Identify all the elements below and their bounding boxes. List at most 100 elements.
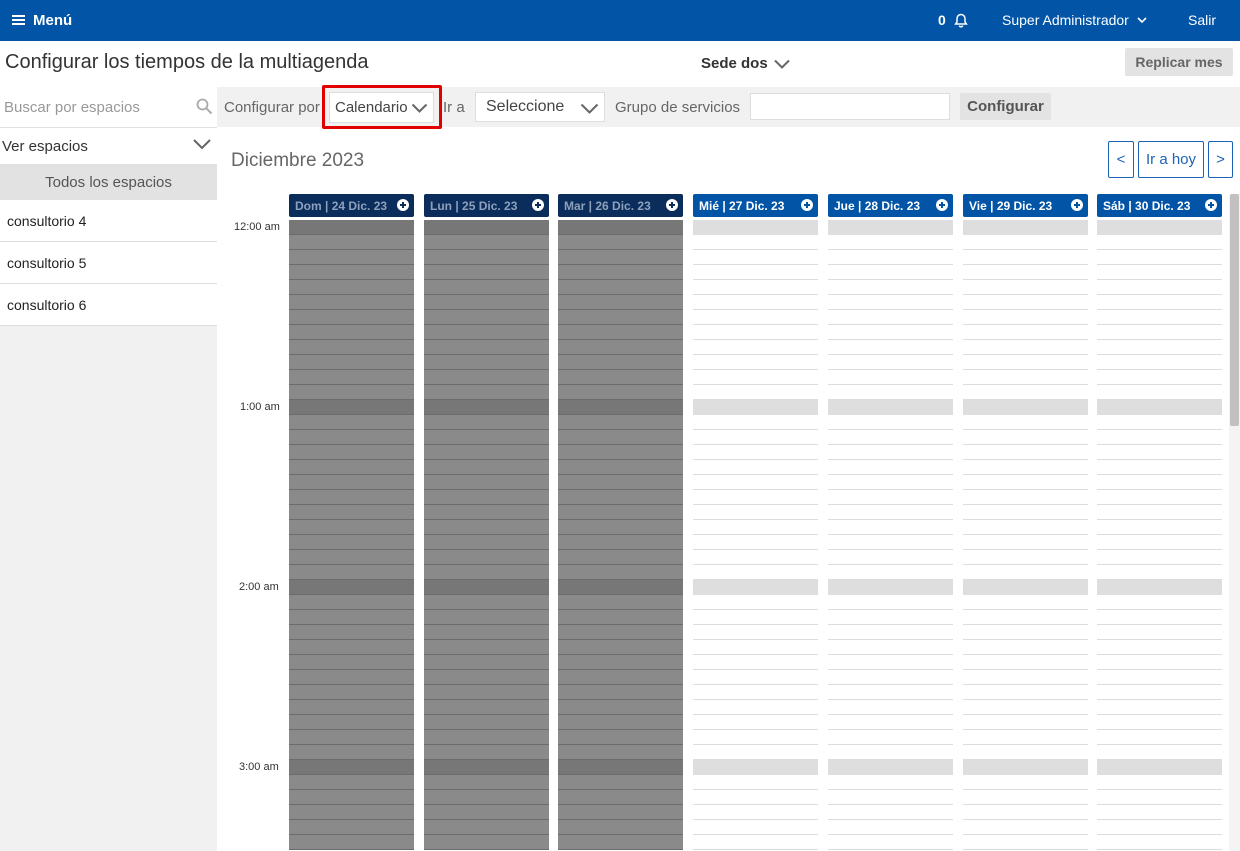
time-slot[interactable] (693, 325, 818, 340)
time-slot[interactable] (1097, 670, 1222, 685)
time-slot[interactable] (289, 700, 414, 715)
time-slot[interactable] (558, 370, 683, 385)
time-slot[interactable] (424, 445, 549, 460)
time-slot[interactable] (1097, 385, 1222, 400)
time-slot[interactable] (289, 790, 414, 805)
time-slot[interactable] (424, 520, 549, 535)
time-slot[interactable] (424, 535, 549, 550)
time-slot[interactable] (289, 775, 414, 790)
time-slot[interactable] (558, 775, 683, 790)
time-slot[interactable] (424, 490, 549, 505)
time-slot[interactable] (1097, 685, 1222, 700)
time-slot[interactable] (1097, 475, 1222, 490)
time-slot[interactable] (963, 295, 1088, 310)
time-slot[interactable] (963, 715, 1088, 730)
add-icon[interactable] (666, 199, 678, 211)
time-slot[interactable] (424, 745, 549, 760)
time-slot[interactable] (558, 385, 683, 400)
time-slot[interactable] (1097, 340, 1222, 355)
time-slot[interactable] (424, 760, 549, 775)
time-slot[interactable] (424, 235, 549, 250)
time-slot[interactable] (693, 715, 818, 730)
time-slot[interactable] (289, 325, 414, 340)
time-slot[interactable] (424, 400, 549, 415)
time-slot[interactable] (558, 325, 683, 340)
time-slot[interactable] (963, 475, 1088, 490)
time-slot[interactable] (424, 790, 549, 805)
time-slot[interactable] (828, 700, 953, 715)
time-slot[interactable] (828, 235, 953, 250)
time-slot[interactable] (289, 685, 414, 700)
time-slot[interactable] (1097, 595, 1222, 610)
time-slot[interactable] (1097, 625, 1222, 640)
time-slot[interactable] (693, 520, 818, 535)
time-slot[interactable] (693, 490, 818, 505)
time-slot[interactable] (828, 790, 953, 805)
time-slot[interactable] (693, 265, 818, 280)
time-slot[interactable] (558, 640, 683, 655)
time-slot[interactable] (828, 670, 953, 685)
time-slot[interactable] (1097, 700, 1222, 715)
time-slot[interactable] (289, 835, 414, 850)
time-slot[interactable] (558, 265, 683, 280)
previous-button[interactable]: < (1108, 141, 1134, 178)
time-slot[interactable] (693, 790, 818, 805)
time-slot[interactable] (1097, 265, 1222, 280)
time-slot[interactable] (828, 400, 953, 415)
time-slot[interactable] (828, 655, 953, 670)
time-slot[interactable] (424, 430, 549, 445)
time-slot[interactable] (558, 790, 683, 805)
scrollbar-thumb[interactable] (1230, 194, 1239, 426)
time-slot[interactable] (424, 310, 549, 325)
time-slot[interactable] (289, 340, 414, 355)
time-slot[interactable] (828, 835, 953, 850)
time-slot[interactable] (558, 700, 683, 715)
time-slot[interactable] (289, 250, 414, 265)
time-slot[interactable] (289, 550, 414, 565)
add-icon[interactable] (532, 199, 544, 211)
time-slot[interactable] (693, 685, 818, 700)
time-slot[interactable] (558, 805, 683, 820)
time-slot[interactable] (1097, 430, 1222, 445)
time-slot[interactable] (424, 295, 549, 310)
time-slot[interactable] (828, 535, 953, 550)
time-slot[interactable] (963, 355, 1088, 370)
time-slot[interactable] (558, 505, 683, 520)
time-slot[interactable] (693, 580, 818, 595)
time-slot[interactable] (693, 475, 818, 490)
time-slot[interactable] (963, 400, 1088, 415)
time-slot[interactable] (963, 340, 1088, 355)
time-slot[interactable] (963, 280, 1088, 295)
time-slot[interactable] (828, 310, 953, 325)
time-slot[interactable] (289, 655, 414, 670)
time-slot[interactable] (1097, 325, 1222, 340)
time-slot[interactable] (1097, 310, 1222, 325)
time-slot[interactable] (289, 490, 414, 505)
time-slot[interactable] (289, 460, 414, 475)
time-slot[interactable] (1097, 760, 1222, 775)
time-slot[interactable] (828, 580, 953, 595)
time-slot[interactable] (289, 310, 414, 325)
time-slot[interactable] (963, 595, 1088, 610)
time-slot[interactable] (1097, 790, 1222, 805)
time-slot[interactable] (424, 565, 549, 580)
time-slot[interactable] (1097, 580, 1222, 595)
time-slot[interactable] (693, 355, 818, 370)
time-slot[interactable] (828, 715, 953, 730)
time-slot[interactable] (828, 730, 953, 745)
time-slot[interactable] (963, 430, 1088, 445)
time-slot[interactable] (289, 520, 414, 535)
time-slot[interactable] (424, 220, 549, 235)
time-slot[interactable] (289, 805, 414, 820)
time-slot[interactable] (289, 400, 414, 415)
sede-selector[interactable]: Sede dos (701, 55, 790, 72)
time-slot[interactable] (828, 685, 953, 700)
time-slot[interactable] (289, 445, 414, 460)
time-slot[interactable] (828, 775, 953, 790)
time-slot[interactable] (558, 235, 683, 250)
time-slot[interactable] (828, 250, 953, 265)
time-slot[interactable] (558, 310, 683, 325)
time-slot[interactable] (693, 820, 818, 835)
time-slot[interactable] (963, 700, 1088, 715)
time-slot[interactable] (1097, 370, 1222, 385)
